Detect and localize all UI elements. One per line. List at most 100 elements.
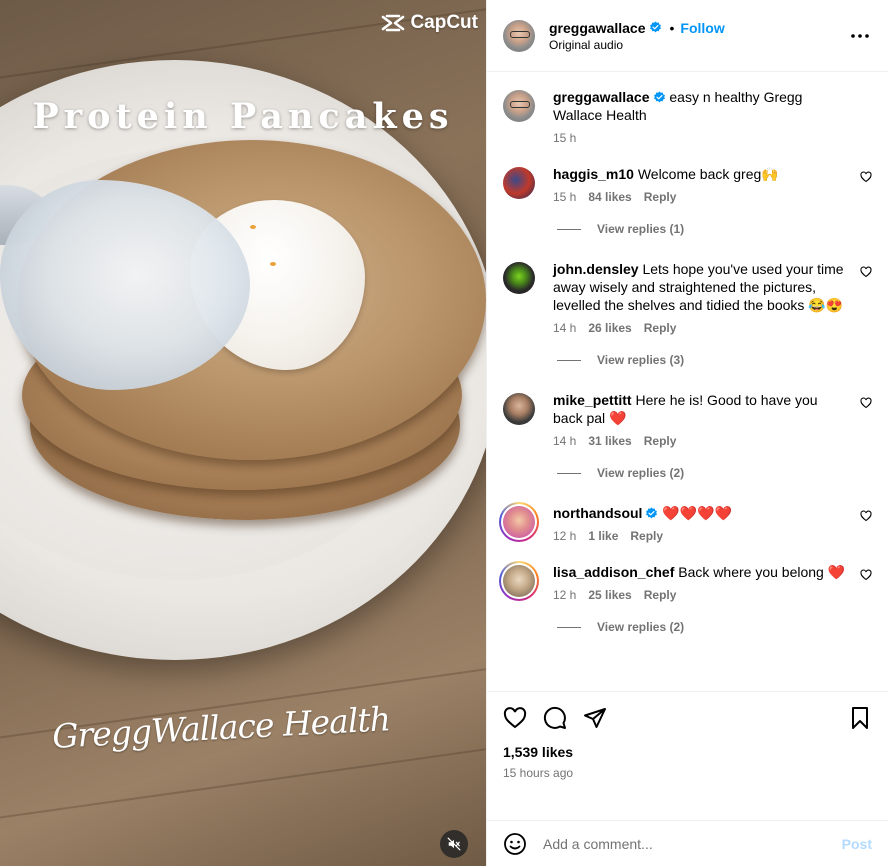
more-options-icon [851, 33, 869, 38]
capcut-wordmark: CapCut [410, 12, 478, 33]
capcut-logo-icon [382, 14, 405, 32]
comment-body: john.densley Lets hope you've used your … [553, 260, 872, 335]
replies-divider [557, 626, 581, 628]
share-icon[interactable] [583, 706, 607, 730]
orange-zest [270, 262, 276, 266]
view-replies-label: View replies (2) [597, 620, 685, 634]
verified-badge-icon [653, 91, 665, 103]
commenter-username[interactable]: haggis_m10 [553, 166, 634, 182]
comment-likes[interactable]: 84 likes [588, 190, 631, 204]
author-avatar[interactable] [503, 90, 535, 122]
comment-body: mike_pettitt Here he is! Good to have yo… [553, 391, 872, 448]
story-ring-inner [501, 504, 537, 540]
commenter-username[interactable]: lisa_addison_chef [553, 564, 674, 580]
view-replies-label: View replies (2) [597, 466, 685, 480]
caption-meta: 15 h [553, 131, 846, 145]
comment-item: lisa_addison_chef Back where you belong … [499, 561, 872, 602]
separator-dot: • [669, 19, 675, 36]
post-viewer: CapCut Protein Pancakes GreggWallace Hea… [0, 0, 888, 866]
orange-zest [250, 225, 256, 229]
commenter-username[interactable]: mike_pettitt [553, 392, 632, 408]
commenter-avatar[interactable] [503, 393, 535, 425]
comment-body: haggis_m10 Welcome back greg🙌 15 h 84 li… [553, 165, 872, 204]
caption-text-block: greggawallace easy n healthy Gregg Walla… [553, 88, 846, 124]
comment-item: mike_pettitt Here he is! Good to have yo… [503, 391, 872, 448]
post-timestamp: 15 hours ago [503, 766, 574, 780]
heart-icon[interactable] [503, 706, 527, 730]
comment-likes[interactable]: 1 like [588, 529, 618, 543]
signature-overlay: GreggWallace Health [51, 699, 391, 756]
reply-button[interactable]: Reply [644, 190, 677, 204]
action-icons [503, 706, 872, 730]
speaker-muted-icon [447, 837, 461, 851]
comment-meta: 14 h 26 likes Reply [553, 321, 846, 335]
comment-text: Back where you belong ❤️ [678, 564, 846, 580]
comment-text-block: lisa_addison_chef Back where you belong … [553, 563, 846, 581]
video-title-overlay: Protein Pancakes [32, 96, 454, 137]
like-comment-heart-icon[interactable] [860, 171, 872, 183]
comment-text-block: haggis_m10 Welcome back greg🙌 [553, 165, 846, 183]
author-info: greggawallace • Follow Original audio [549, 20, 848, 52]
commenter-username[interactable]: john.densley [553, 261, 639, 277]
replies-divider [557, 228, 581, 230]
caption-body: greggawallace easy n healthy Gregg Walla… [553, 88, 872, 145]
comment-likes[interactable]: 26 likes [588, 321, 631, 335]
reply-button[interactable]: Reply [644, 321, 677, 335]
audio-label[interactable]: Original audio [549, 38, 848, 52]
view-replies-button[interactable]: View replies (1) [557, 222, 872, 236]
emoji-icon[interactable] [503, 832, 527, 856]
comment-time: 15 h [553, 190, 577, 204]
comment-meta: 15 h 84 likes Reply [553, 190, 846, 204]
bookmark-icon[interactable] [848, 706, 872, 730]
comment-time: 14 h [553, 434, 577, 448]
comment-body: northandsoul ❤️❤️❤️❤️ 12 h 1 like Reply [553, 504, 872, 543]
comment-time: 12 h [553, 588, 577, 602]
reply-button[interactable]: Reply [644, 434, 677, 448]
view-replies-label: View replies (1) [597, 222, 685, 236]
comment-time: 14 h [553, 321, 577, 335]
author-username[interactable]: greggawallace [549, 20, 646, 36]
view-replies-button[interactable]: View replies (3) [557, 353, 872, 367]
caption-username[interactable]: greggawallace [553, 89, 650, 105]
comment-body: lisa_addison_chef Back where you belong … [553, 563, 872, 602]
comment-input[interactable] [543, 835, 842, 852]
reply-button[interactable]: Reply [644, 588, 677, 602]
commenter-username[interactable]: northandsoul [553, 505, 642, 521]
more-options-button[interactable] [848, 24, 872, 48]
caption-time: 15 h [553, 131, 577, 145]
follow-button[interactable]: Follow [680, 20, 724, 36]
like-comment-heart-icon[interactable] [860, 266, 872, 278]
comment-icon[interactable] [543, 706, 567, 730]
comment-text-block: john.densley Lets hope you've used your … [553, 260, 846, 314]
like-comment-heart-icon[interactable] [860, 397, 872, 409]
comment-item: john.densley Lets hope you've used your … [503, 260, 872, 335]
like-comment-heart-icon[interactable] [860, 510, 872, 522]
comments-list[interactable]: greggawallace easy n healthy Gregg Walla… [487, 72, 888, 691]
comment-likes[interactable]: 25 likes [588, 588, 631, 602]
comment-likes[interactable]: 31 likes [588, 434, 631, 448]
commenter-avatar[interactable] [503, 262, 535, 294]
comment-meta: 14 h 31 likes Reply [553, 434, 846, 448]
comment-text: ❤️❤️❤️❤️ [662, 505, 733, 521]
comment-item: haggis_m10 Welcome back greg🙌 15 h 84 li… [503, 165, 872, 204]
author-avatar[interactable] [503, 19, 535, 52]
view-replies-button[interactable]: View replies (2) [557, 620, 872, 634]
reply-button[interactable]: Reply [630, 529, 663, 543]
story-ring[interactable] [499, 502, 539, 542]
comment-item: northandsoul ❤️❤️❤️❤️ 12 h 1 like Reply [499, 502, 872, 543]
commenter-avatar[interactable] [503, 167, 535, 199]
story-ring[interactable] [499, 561, 539, 601]
view-replies-button[interactable]: View replies (2) [557, 466, 872, 480]
post-actions: 1,539 likes 15 hours ago [487, 691, 888, 820]
likes-count[interactable]: 1,539 likes [503, 744, 872, 760]
commenter-avatar [503, 565, 535, 597]
post-comment-button[interactable]: Post [842, 836, 872, 852]
mute-toggle-button[interactable] [440, 830, 468, 858]
post-details-panel: greggawallace • Follow Original audio gr… [486, 0, 888, 866]
comment-meta: 12 h 1 like Reply [553, 529, 846, 543]
verified-badge-icon [649, 21, 661, 33]
like-comment-heart-icon[interactable] [860, 569, 872, 581]
comment-meta: 12 h 25 likes Reply [553, 588, 846, 602]
commenter-avatar [503, 506, 535, 538]
reel-video[interactable]: CapCut Protein Pancakes GreggWallace Hea… [0, 0, 486, 866]
